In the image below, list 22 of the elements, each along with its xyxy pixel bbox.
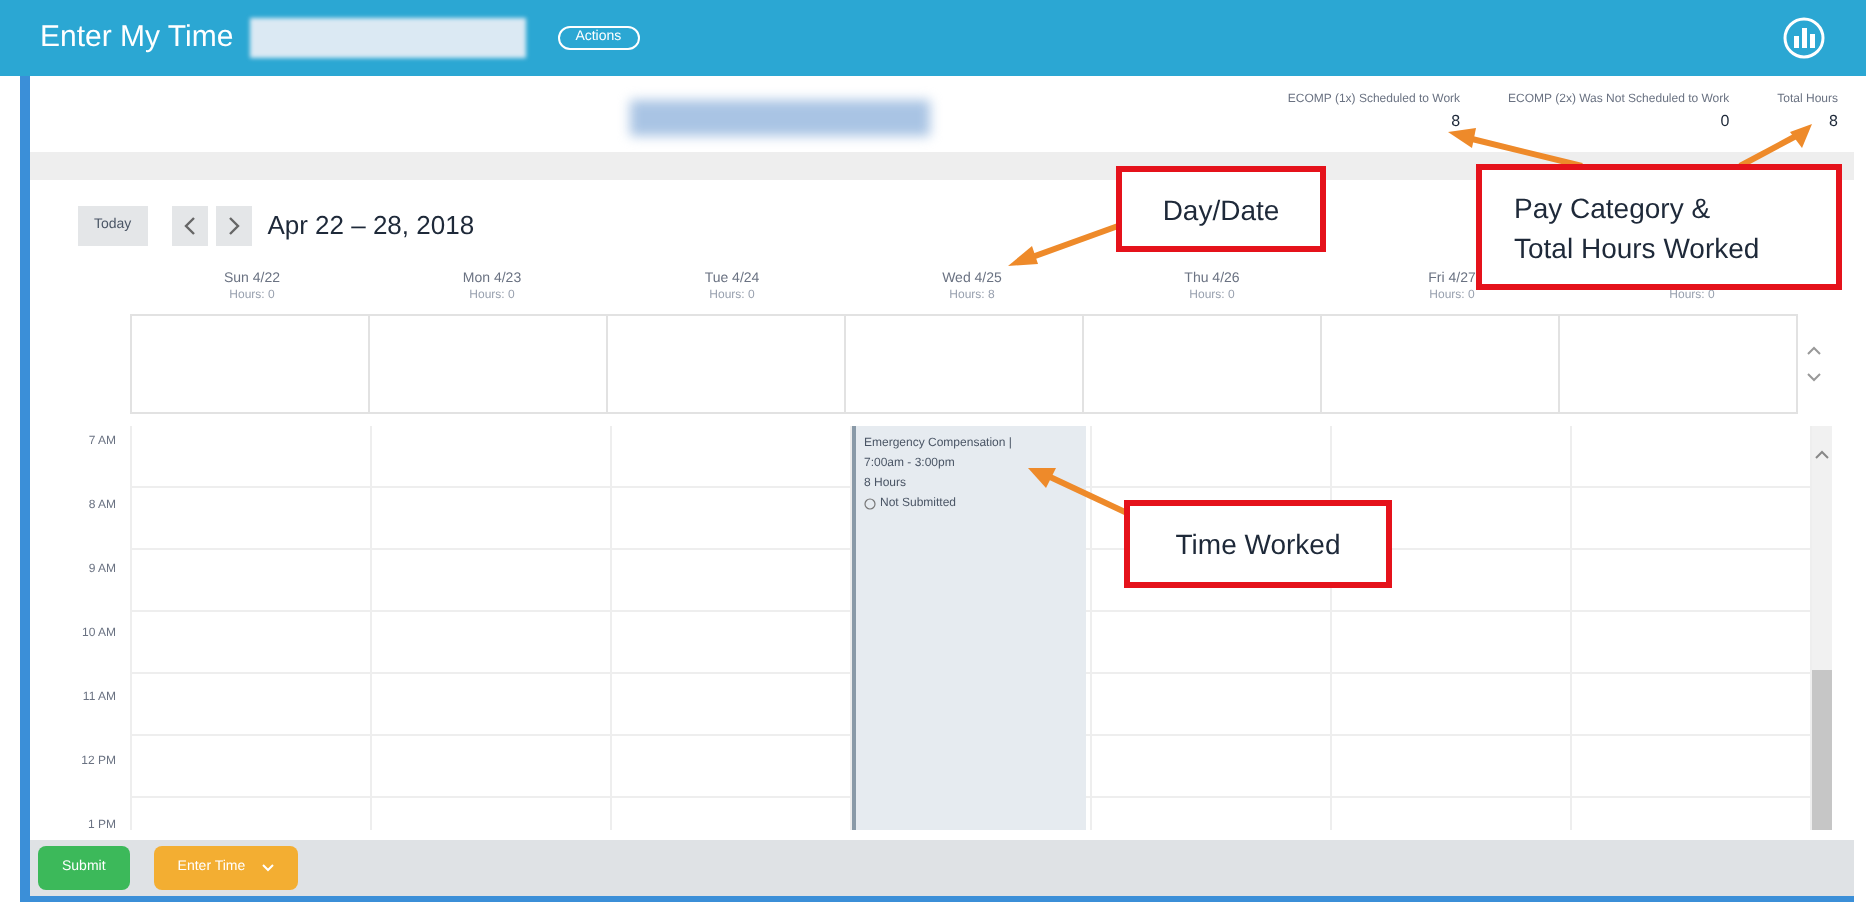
hours-value: 8 (1829, 110, 1838, 134)
annotation-arrow (1444, 128, 1584, 168)
chart-icon[interactable] (1782, 16, 1826, 60)
hours-value: 8 (1451, 110, 1461, 134)
scroll-up-icon[interactable] (1806, 346, 1822, 356)
clock-icon (864, 498, 876, 510)
previous-button[interactable] (171, 206, 208, 246)
scroll-up-icon[interactable] (1814, 450, 1830, 460)
callout-box: Day/Date (1116, 166, 1326, 252)
next-button[interactable] (215, 206, 252, 246)
scrollbar-thumb[interactable] (1812, 670, 1832, 830)
hours-value: 0 (1720, 110, 1730, 134)
window-title: Enter My Time (40, 17, 234, 58)
date-range: Apr 22 – 28, 2018 (267, 208, 475, 245)
scroll-down-icon[interactable] (1806, 372, 1822, 382)
annotation-arrow (1736, 120, 1816, 168)
chevron-right-icon (225, 216, 242, 236)
callout-box: Time Worked (1124, 500, 1392, 588)
annotation-arrow (1004, 222, 1120, 270)
callout-box: Pay Category & Total Hours Worked (1476, 164, 1842, 290)
chevron-left-icon (181, 216, 198, 236)
caret-icon (261, 864, 274, 872)
